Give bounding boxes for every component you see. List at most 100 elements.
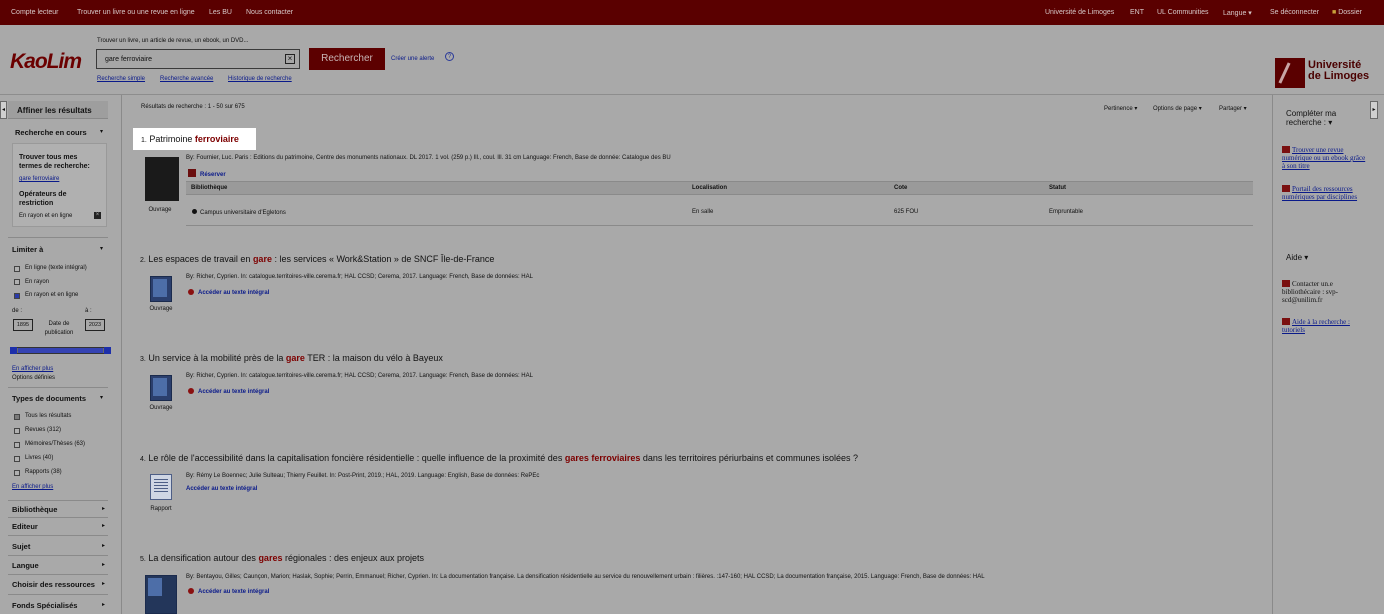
search-history-link[interactable]: Historique de recherche [228,76,292,82]
result-4-title[interactable]: 4. Le rôle de l'accessibilité dans la ca… [140,453,858,463]
page-options-dropdown[interactable]: Options de page ▾ [1153,105,1202,112]
search-input-value: gare ferroviaire [105,56,153,63]
chevron-right-icon[interactable]: ▸ [102,505,105,512]
result-1-cover[interactable] [145,157,179,201]
kaolim-logo[interactable]: KaoLim [10,50,82,74]
limit-shelf-online-checkbox[interactable] [14,293,20,299]
facet-bibliotheque[interactable]: Bibliothèque [12,505,57,514]
find-journal-link[interactable]: Trouver une revue numérique ou un ebook … [1282,146,1366,170]
nav-contact[interactable]: Nous contacter [246,9,293,16]
result-4-fulltext-link[interactable]: Accéder au texte intégral [186,486,257,492]
results-count: Résultats de recherche : 1 - 50 sur 675 [141,104,245,110]
nav-langue[interactable]: Langue ▾ [1223,9,1252,17]
nav-dossier[interactable]: ■ Dossier [1332,9,1362,16]
nav-ul-communities[interactable]: UL Communities [1157,9,1208,16]
result-5-cover[interactable] [145,575,177,614]
result-4-thumbnail-icon[interactable] [150,474,172,500]
chevron-right-icon[interactable]: ▸ [102,580,105,587]
simple-search-link[interactable]: Recherche simple [97,76,145,82]
result-5-title[interactable]: 5. La densification autour des gares rég… [140,553,424,563]
result-3-title[interactable]: 3. Un service à la mobilité près de la g… [140,353,443,363]
chevron-down-icon[interactable]: ▾ [100,128,103,135]
separator [8,535,108,536]
limit-online-checkbox[interactable] [14,266,20,272]
search-input[interactable]: gare ferroviaire × [96,49,300,69]
result-3-fulltext-link[interactable]: Accéder au texte intégral [188,388,269,395]
resources-portal-link[interactable]: Portail des ressources numériques par di… [1282,185,1370,201]
help-question-icon[interactable]: ? [445,52,454,61]
result-2-thumbnail-icon[interactable] [150,276,172,302]
facet-fonds-specialises[interactable]: Fonds Spécialisés [12,601,77,610]
limit-shelf-checkbox[interactable] [14,279,20,285]
nav-trouver-livre[interactable]: Trouver un livre ou une revue en ligne [77,9,195,16]
limit-shelf-online-label: En rayon et en ligne [25,292,79,298]
sort-relevance-dropdown[interactable]: Pertinence ▾ [1104,105,1137,112]
show-more-limits-link[interactable]: En afficher plus [12,366,53,372]
separator [8,387,108,388]
result-2-fulltext-link[interactable]: Accéder au texte intégral [188,289,269,296]
nav-compte-lecteur[interactable]: Compte lecteur [11,9,58,16]
date-range-slider[interactable] [10,347,111,354]
facet-editeur[interactable]: Editeur [12,522,38,531]
year-to-input[interactable]: 2023 [85,319,105,331]
rapports-checkbox[interactable] [14,470,20,476]
nav-logout[interactable]: Se déconnecter [1270,9,1319,16]
nav-universite[interactable]: Université de Limoges [1045,9,1114,16]
create-alert-link[interactable]: Créer une alerte [391,56,434,62]
theses-checkbox[interactable] [14,442,20,448]
result-1-type: Ouvrage [148,207,172,213]
current-search-heading[interactable]: Recherche en cours [15,128,87,137]
nav-les-bu[interactable]: Les BU [209,9,232,16]
complete-search-heading[interactable]: Compléter ma recherche : ▾ [1286,109,1356,127]
share-dropdown[interactable]: Partager ▾ [1219,105,1247,112]
facet-ressources[interactable]: Choisir des ressources [12,580,95,589]
separator [8,555,108,556]
chevron-down-icon[interactable]: ▾ [100,394,103,401]
holdings-col-location: Localisation [692,185,728,191]
search-term-link[interactable]: gare ferroviaire [19,176,59,182]
remove-restriction-icon[interactable]: × [94,212,101,219]
help-heading[interactable]: Aide ▾ [1286,253,1308,262]
chevron-right-icon[interactable]: ▸ [102,522,105,529]
clear-search-icon[interactable]: × [285,54,295,64]
chevron-right-icon[interactable]: ▸ [102,561,105,568]
slider-start-handle[interactable] [10,347,17,354]
contact-librarian[interactable]: Contacter un.e bibliothécaire : svp-scd@… [1282,280,1362,304]
reserve-link[interactable]: Réserver [188,169,226,178]
result-1-title[interactable]: 1. Patrimoine ferroviaire [141,134,239,144]
nav-ent[interactable]: ENT [1130,9,1144,16]
advanced-search-link[interactable]: Recherche avancée [160,76,213,82]
revues-checkbox[interactable] [14,428,20,434]
holdings-col-library: Bibliothèque [191,185,228,191]
all-results-checkbox[interactable] [14,414,20,420]
fulltext-icon [188,588,194,594]
result-3-type: Ouvrage [149,405,173,411]
defined-options-label[interactable]: Options définies [12,375,55,381]
result-5-meta: By: Bentayou, Gilles; Caunçon, Marion; H… [186,574,985,580]
result-2-title[interactable]: 2. Les espaces de travail en gare : les … [140,254,494,264]
chevron-right-icon[interactable]: ▸ [102,601,105,608]
year-from-input[interactable]: 1895 [13,319,33,331]
search-button[interactable]: Rechercher [309,48,385,70]
limit-shelf-label: En rayon [25,279,50,285]
holdings-library[interactable]: Campus universitaire d'Egletons [192,209,286,216]
tutorials-link[interactable]: Aide à la recherche : tutoriels [1282,318,1366,334]
book-icon [1282,146,1290,153]
result-3-thumbnail-icon[interactable] [150,375,172,401]
facet-langue[interactable]: Langue [12,561,39,570]
collapse-right-panel-button[interactable]: ▸ [1370,101,1378,119]
doc-types-heading[interactable]: Types de documents [12,394,86,403]
slider-end-handle[interactable] [104,347,111,354]
facet-sujet[interactable]: Sujet [12,542,30,551]
result-5-fulltext-link[interactable]: Accéder au texte intégral [188,588,269,595]
chevron-down-icon[interactable]: ▾ [100,245,103,252]
result-3-meta: By: Richer, Cyprien. In: catalogue.terri… [186,373,533,379]
holdings-bottom-line [186,225,1253,226]
chevron-right-icon[interactable]: ▸ [102,542,105,549]
show-more-types-link[interactable]: En afficher plus [12,484,53,490]
collapse-left-panel-button[interactable]: ◂ [0,101,7,119]
network-icon [1282,185,1290,192]
result-2-type: Ouvrage [149,306,173,312]
limit-heading[interactable]: Limiter à [12,245,43,254]
livres-checkbox[interactable] [14,456,20,462]
